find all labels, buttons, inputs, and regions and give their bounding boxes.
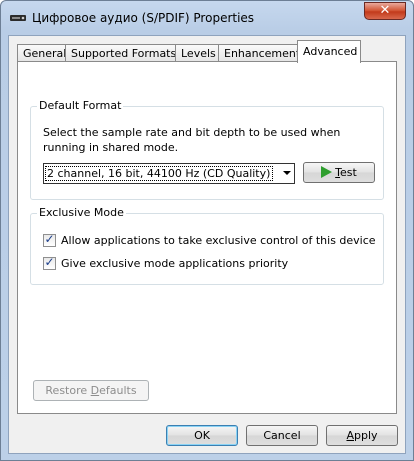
tab-enhancements[interactable]: Enhancements: [218, 44, 306, 62]
format-select[interactable]: 2 channel, 16 bit, 44100 Hz (CD Quality): [43, 163, 295, 184]
allow-exclusive-checkbox[interactable]: ✓: [43, 232, 56, 247]
exclusive-priority-label: Give exclusive mode applications priorit…: [61, 257, 289, 270]
check-icon: ✓: [44, 255, 55, 269]
advanced-tab-panel: Default Format Select the sample rate an…: [17, 61, 397, 414]
close-button[interactable]: ✕: [364, 2, 406, 20]
window-title: Цифровое аудио (S/PDIF) Properties: [32, 11, 255, 25]
tab-levels[interactable]: Levels: [175, 44, 219, 62]
apply-accel: A: [346, 429, 354, 442]
format-select-value: 2 channel, 16 bit, 44100 Hz (CD Quality): [44, 165, 274, 182]
properties-window: Цифровое аудио (S/PDIF) Properties ✕ Gen…: [0, 0, 414, 461]
default-format-group: Default Format Select the sample rate an…: [30, 99, 384, 200]
speaker-device-icon: [10, 15, 26, 21]
restore-accel: D: [90, 384, 100, 397]
restore-defaults-button[interactable]: Restore Defaults: [33, 380, 149, 401]
default-format-label: Default Format: [37, 99, 124, 112]
tab-general[interactable]: General: [17, 44, 66, 62]
allow-exclusive-label: Allow applications to take exclusive con…: [61, 234, 376, 247]
apply-label: pply: [354, 429, 378, 442]
restore-label-rest: efaults: [99, 384, 137, 397]
tab-supported-formats[interactable]: Supported Formats: [65, 44, 176, 62]
restore-label-before: Restore: [45, 384, 91, 397]
cancel-button[interactable]: Cancel: [246, 425, 318, 446]
default-format-description: Select the sample rate and bit depth to …: [43, 126, 341, 154]
tab-advanced[interactable]: Advanced: [297, 40, 361, 63]
test-button[interactable]: Test: [303, 162, 375, 183]
test-label: est: [340, 166, 357, 179]
dialog-client-area: General Supported Formats Levels Enhance…: [8, 35, 406, 454]
exclusive-mode-group: Exclusive Mode ✓ Allow applications to t…: [30, 206, 384, 285]
ok-button[interactable]: OK: [166, 425, 238, 446]
chevron-down-icon[interactable]: [283, 171, 291, 175]
check-icon: ✓: [44, 232, 55, 246]
play-icon: [321, 166, 333, 178]
exclusive-priority-checkbox[interactable]: ✓: [43, 255, 56, 270]
exclusive-mode-label: Exclusive Mode: [37, 206, 126, 219]
title-bar[interactable]: Цифровое аудио (S/PDIF) Properties ✕: [1, 1, 413, 35]
close-icon: ✕: [379, 3, 391, 18]
apply-button[interactable]: Apply: [326, 425, 398, 446]
